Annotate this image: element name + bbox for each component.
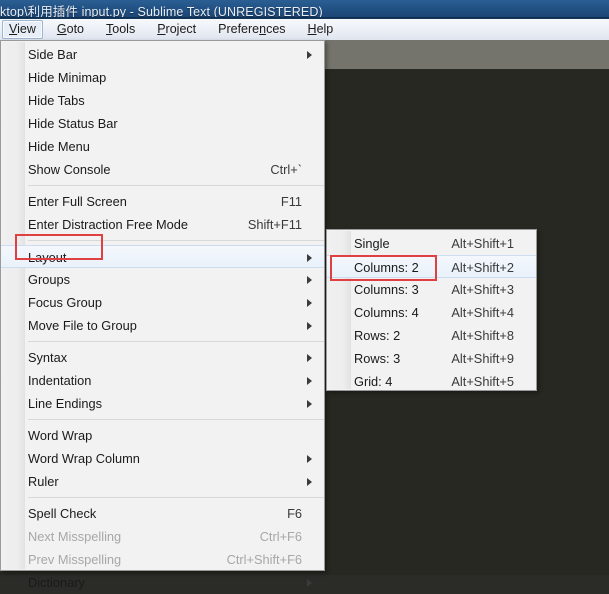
layout-submenu-item-columns-3[interactable]: Columns: 3 Alt+Shift+3 [327, 278, 536, 301]
view-menu-item-move-file-to-group[interactable]: Move File to Group [1, 314, 324, 337]
chevron-right-icon [307, 377, 312, 385]
menu-item-label: Prev Misspelling [28, 552, 122, 567]
view-menu-item-enter-full-screen[interactable]: Enter Full Screen F11 [1, 190, 324, 213]
menu-item-shortcut: Ctrl+F6 [259, 529, 302, 544]
view-menu-item-hide-tabs[interactable]: Hide Tabs [1, 89, 324, 112]
view-menu-item-hide-status-bar[interactable]: Hide Status Bar [1, 112, 324, 135]
title-bar: ktop\利用插件 input.py - Sublime Text (UNREG… [0, 0, 609, 19]
menu-item-label: Spell Check [28, 506, 97, 521]
menubar-item-tools[interactable]: Tools [100, 21, 141, 38]
layout-submenu-item-columns-2[interactable]: Columns: 2 Alt+Shift+2 [327, 255, 536, 278]
chevron-right-icon [307, 455, 312, 463]
view-menu-separator [28, 497, 324, 498]
menu-item-shortcut: Alt+Shift+9 [451, 351, 514, 366]
view-menu-item-spell-check[interactable]: Spell Check F6 [1, 502, 324, 525]
menu-item-label: Indentation [28, 373, 92, 388]
layout-submenu-popup[interactable]: Single Alt+Shift+1 Columns: 2 Alt+Shift+2 Co… [326, 229, 537, 391]
layout-submenu-item-grid-4[interactable]: Grid: 4 Alt+Shift+5 [327, 370, 536, 393]
menu-item-shortcut: F11 [280, 194, 302, 209]
chevron-right-icon [307, 322, 312, 330]
chevron-right-icon [307, 400, 312, 408]
chevron-right-icon [307, 354, 312, 362]
view-menu-separator [28, 341, 324, 342]
menu-item-label: Next Misspelling [28, 529, 122, 544]
sublime-text-window: ktop\利用插件 input.py - Sublime Text (UNREG… [0, 0, 609, 590]
view-menu-item-word-wrap[interactable]: Word Wrap [1, 424, 324, 447]
view-menu-popup[interactable]: Side Bar Hide Minimap Hide Tabs Hide Status… [0, 40, 325, 590]
menu-item-label: Hide Minimap [28, 70, 107, 85]
menu-item-label: Columns: 2 [354, 260, 419, 275]
layout-submenu-item-columns-4[interactable]: Columns: 4 Alt+Shift+4 [327, 301, 536, 324]
menu-bar: View Goto Tools Project Preferences Help [0, 19, 609, 41]
view-menu-item-indentation[interactable]: Indentation [1, 369, 324, 392]
view-menu-item-focus-group[interactable]: Focus Group [1, 291, 324, 314]
menu-item-label: Line Endings [28, 396, 102, 411]
menu-item-shortcut: F6 [287, 506, 302, 521]
chevron-right-icon [307, 478, 312, 486]
menu-item-label: Dictionary [28, 575, 85, 590]
menu-item-shortcut: Alt+Shift+8 [451, 328, 514, 343]
menu-item-label: Focus Group [28, 295, 102, 310]
menu-item-label: Side Bar [28, 47, 78, 62]
menu-item-label: Hide Status Bar [28, 116, 118, 131]
menu-item-label: Move File to Group [28, 318, 137, 333]
layout-submenu-item-single[interactable]: Single Alt+Shift+1 [327, 232, 536, 255]
menu-item-label: Word Wrap Column [28, 451, 140, 466]
menu-item-label: Rows: 3 [354, 351, 401, 366]
chevron-right-icon [307, 299, 312, 307]
view-menu-item-side-bar[interactable]: Side Bar [1, 43, 324, 66]
view-menu-item-line-endings[interactable]: Line Endings [1, 392, 324, 415]
menubar-item-project[interactable]: Project [151, 21, 202, 38]
view-menu-item-enter-distraction-free-mode[interactable]: Enter Distraction Free Mode Shift+F11 [1, 213, 324, 236]
menubar-item-help[interactable]: Help [302, 21, 340, 38]
menu-item-shortcut: Alt+Shift+2 [451, 260, 514, 275]
view-menu-item-ruler[interactable]: Ruler [1, 470, 324, 493]
view-menu-item-syntax[interactable]: Syntax [1, 346, 324, 369]
menu-item-label: Enter Full Screen [28, 194, 127, 209]
menu-item-label: Show Console [28, 162, 111, 177]
view-menu-item-layout[interactable]: Layout [1, 245, 324, 268]
view-menu-separator [28, 185, 324, 186]
menu-item-label: Hide Menu [28, 139, 90, 154]
chevron-right-icon [307, 579, 312, 587]
view-menu-item-show-console[interactable]: Show Console Ctrl+` [1, 158, 324, 181]
chevron-right-icon [307, 254, 312, 262]
menu-item-label: Columns: 3 [354, 282, 419, 297]
layout-submenu-item-rows-2[interactable]: Rows: 2 Alt+Shift+8 [327, 324, 536, 347]
menu-item-label: Groups [28, 272, 70, 287]
menubar-item-preferences[interactable]: Preferences [212, 21, 291, 38]
view-menu-separator [28, 419, 324, 420]
menubar-item-goto[interactable]: Goto [51, 21, 90, 38]
menu-item-label: Layout [28, 250, 67, 265]
menu-item-label: Enter Distraction Free Mode [28, 217, 189, 232]
view-menu-item-next-misspelling: Next Misspelling Ctrl+F6 [1, 525, 324, 548]
menu-item-label: Grid: 4 [354, 374, 393, 389]
menu-item-label: Single [354, 236, 390, 251]
menubar-item-view[interactable]: View [2, 20, 43, 39]
menu-item-label: Ruler [28, 474, 59, 489]
menu-item-label: Hide Tabs [28, 93, 85, 108]
menu-item-label: Columns: 4 [354, 305, 419, 320]
chevron-right-icon [307, 51, 312, 59]
view-menu-item-hide-minimap[interactable]: Hide Minimap [1, 66, 324, 89]
chevron-right-icon [307, 276, 312, 284]
view-menu-item-dictionary[interactable]: Dictionary [1, 571, 324, 594]
menu-item-label: Syntax [28, 350, 68, 365]
menu-item-shortcut: Ctrl+` [270, 162, 302, 177]
view-menu-item-groups[interactable]: Groups [1, 268, 324, 291]
layout-submenu-item-rows-3[interactable]: Rows: 3 Alt+Shift+9 [327, 347, 536, 370]
view-menu-item-prev-misspelling: Prev Misspelling Ctrl+Shift+F6 [1, 548, 324, 571]
view-menu-item-hide-menu[interactable]: Hide Menu [1, 135, 324, 158]
menu-item-shortcut: Alt+Shift+1 [451, 236, 514, 251]
view-menu-item-word-wrap-column[interactable]: Word Wrap Column [1, 447, 324, 470]
menu-item-label: Rows: 2 [354, 328, 401, 343]
menu-item-shortcut: Alt+Shift+3 [451, 282, 514, 297]
menu-item-shortcut: Alt+Shift+5 [451, 374, 514, 389]
menu-item-label: Word Wrap [28, 428, 93, 443]
view-menu-separator [28, 240, 324, 241]
menu-item-shortcut: Ctrl+Shift+F6 [226, 552, 302, 567]
menu-item-shortcut: Shift+F11 [247, 217, 302, 232]
menu-item-shortcut: Alt+Shift+4 [451, 305, 514, 320]
